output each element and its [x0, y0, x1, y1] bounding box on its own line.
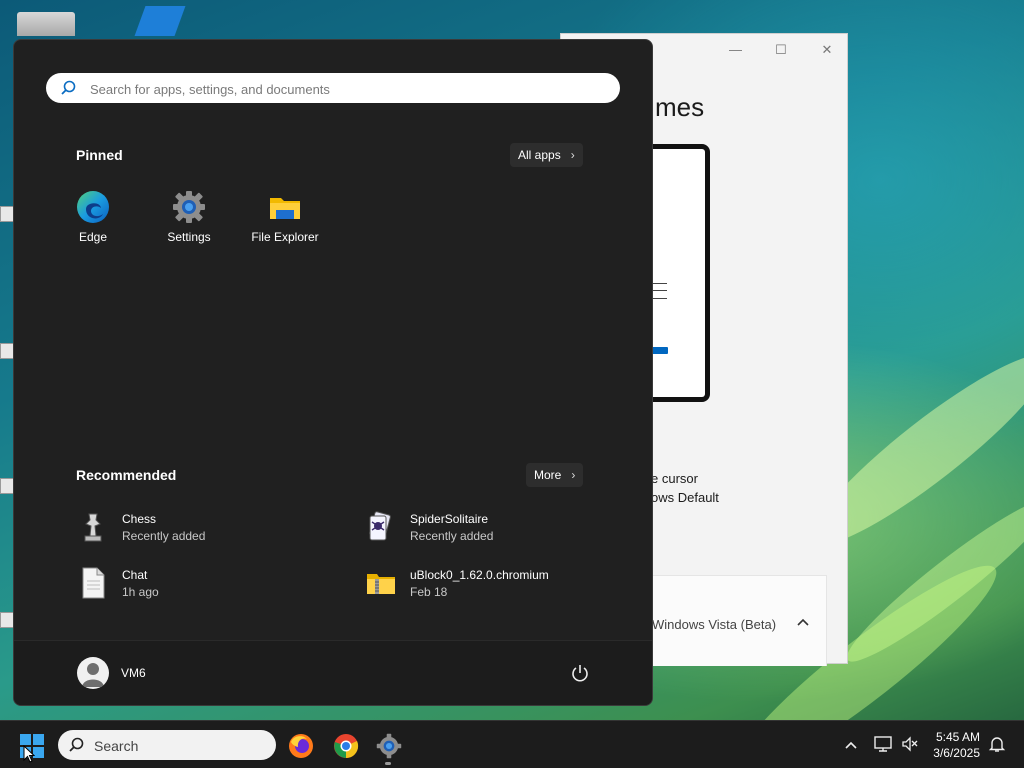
chrome-icon[interactable]: [333, 733, 359, 759]
recommended-item-ublock[interactable]: uBlock0_1.62.0.chromium Feb 18: [366, 566, 549, 600]
recommended-sub: 1h ago: [122, 584, 159, 599]
clock[interactable]: 5:45 AM 3/6/2025: [922, 729, 980, 761]
chess-icon: [78, 510, 108, 544]
user-name[interactable]: VM6: [121, 666, 146, 680]
setting-text: e cursor: [651, 471, 698, 486]
network-icon[interactable]: [874, 735, 892, 758]
power-icon[interactable]: [570, 663, 590, 683]
show-hidden-icons-chevron-icon[interactable]: [844, 738, 858, 756]
chevron-up-icon[interactable]: [796, 614, 810, 630]
folder-icon: [268, 190, 302, 224]
desktop-icon-top-blue[interactable]: [134, 6, 186, 36]
window-controls: — ☐ ✕: [729, 42, 833, 58]
theme-card-label: Windows Vista (Beta): [652, 617, 777, 632]
pinned-app-file-explorer[interactable]: File Explorer: [242, 190, 328, 244]
edge-icon: [76, 190, 110, 224]
recommended-name: Chat: [122, 567, 148, 582]
start-menu: Pinned All apps › Edge Settings File Exp…: [13, 39, 653, 706]
maximize-button[interactable]: ☐: [775, 42, 787, 58]
search-icon: [61, 80, 76, 95]
desktop-icon[interactable]: [0, 612, 14, 628]
taskbar: Search 5:45 AM 3/6/2025: [0, 720, 1024, 768]
notification-bell-icon[interactable]: [988, 735, 1006, 758]
desktop-icon[interactable]: [0, 343, 14, 359]
desktop-icon-top[interactable]: [17, 12, 75, 36]
recommended-sub: Feb 18: [410, 584, 448, 599]
all-apps-label: All apps: [518, 148, 561, 162]
minimize-button[interactable]: —: [729, 42, 742, 58]
more-label: More: [534, 468, 562, 482]
chevron-right-icon: ›: [571, 468, 576, 482]
settings-gear-icon: [172, 190, 206, 224]
all-apps-button[interactable]: All apps ›: [510, 143, 583, 167]
running-indicator: [385, 762, 391, 765]
start-search-input[interactable]: [88, 77, 592, 101]
recommended-item-chat[interactable]: Chat 1h ago: [78, 566, 159, 600]
mouse-cursor-icon: [23, 745, 35, 763]
pinned-app-settings[interactable]: Settings: [146, 190, 232, 244]
document-icon: [78, 566, 108, 600]
chevron-right-icon: ›: [570, 148, 575, 162]
settings-gear-icon[interactable]: [376, 733, 402, 759]
clock-date: 3/6/2025: [933, 746, 980, 760]
more-button[interactable]: More ›: [526, 463, 584, 487]
pinned-app-edge[interactable]: Edge: [50, 190, 136, 244]
pinned-title: Pinned: [76, 147, 123, 163]
desktop-icon[interactable]: [0, 206, 14, 222]
taskbar-search-label: Search: [94, 738, 139, 754]
desktop-icon[interactable]: [0, 478, 14, 494]
recommended-item-spidersolitaire[interactable]: SpiderSolitaire Recently added: [366, 510, 493, 544]
page-title: mes: [655, 92, 705, 122]
theme-card[interactable]: Windows Vista (Beta): [641, 575, 827, 666]
start-search-box[interactable]: [46, 73, 620, 103]
search-icon: [69, 737, 84, 752]
pinned-app-label: Settings: [167, 230, 211, 244]
recommended-name: Chess: [122, 511, 157, 526]
pinned-app-label: Edge: [78, 230, 108, 244]
setting-text: ows Default: [651, 490, 719, 505]
pinned-app-label: File Explorer: [251, 230, 319, 244]
recommended-name: uBlock0_1.62.0.chromium: [410, 567, 549, 582]
spider-solitaire-icon: [366, 510, 396, 544]
taskbar-search[interactable]: Search: [58, 730, 276, 760]
start-footer: VM6: [14, 640, 652, 705]
recommended-sub: Recently added: [410, 528, 494, 543]
recommended-title: Recommended: [76, 467, 177, 483]
zip-folder-icon: [366, 566, 396, 600]
recommended-sub: Recently added: [122, 528, 206, 543]
avatar[interactable]: [77, 657, 109, 689]
volume-muted-icon[interactable]: [901, 735, 919, 758]
recommended-item-chess[interactable]: Chess Recently added: [78, 510, 205, 544]
close-button[interactable]: ✕: [821, 42, 833, 58]
firefox-icon[interactable]: [288, 733, 314, 759]
recommended-name: SpiderSolitaire: [410, 511, 489, 526]
clock-time: 5:45 AM: [935, 730, 980, 744]
